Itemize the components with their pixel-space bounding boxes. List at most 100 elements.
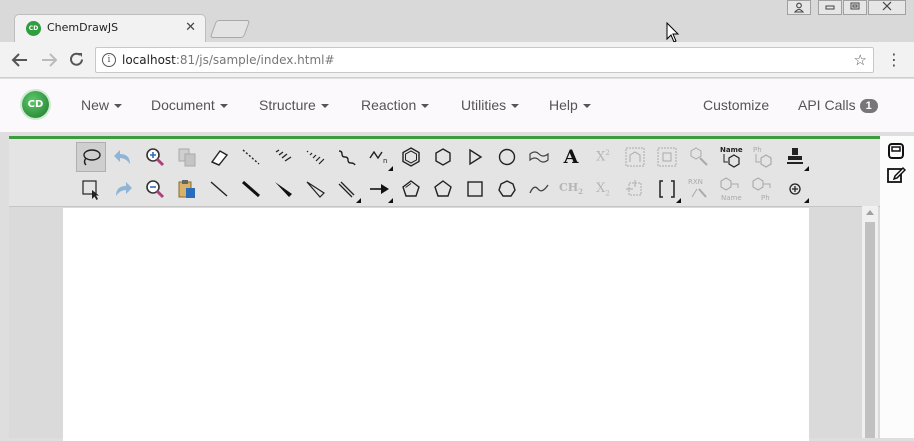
star-icon[interactable]: ☆ [854, 51, 867, 69]
back-icon[interactable] [11, 52, 29, 68]
browser-toolbar: i localhost:81/js/sample/index.html# ☆ ⋮ [0, 42, 914, 78]
scrollbar-thumb[interactable] [865, 222, 875, 438]
subscript-tool[interactable]: X2 [588, 174, 618, 204]
side-panel [880, 136, 914, 438]
dashed-bond-tool[interactable] [236, 142, 266, 172]
cyclopentadiene-tool[interactable] [396, 174, 426, 204]
drawing-canvas[interactable] [63, 208, 809, 441]
hashed-bond-tool[interactable] [268, 142, 298, 172]
bold-bond-tool[interactable] [236, 174, 266, 204]
cycloheptane-tool[interactable] [492, 174, 522, 204]
expand-label-tool[interactable] [620, 142, 650, 172]
zoom-out-tool[interactable] [140, 174, 170, 204]
phenyl-label-tool[interactable]: Ph [748, 142, 778, 172]
profile-button[interactable] [787, 0, 811, 15]
marquee-tool[interactable] [76, 174, 106, 204]
nav-new[interactable]: New [81, 97, 123, 113]
menu-icon[interactable]: ⋮ [886, 50, 902, 69]
restore-button[interactable] [843, 0, 867, 15]
nav-document[interactable]: Document [151, 97, 228, 113]
cyclobutane-tool[interactable] [460, 174, 490, 204]
browser-tab[interactable]: CD ChemDrawJS ✕ [14, 14, 206, 42]
hollow-wedge-tool[interactable] [300, 174, 330, 204]
canvas-scrollbar[interactable] [862, 206, 878, 438]
rxn-label: RXN [688, 178, 703, 186]
reload-icon[interactable] [68, 51, 85, 68]
info-icon[interactable]: i [102, 53, 116, 67]
caret-down-icon [320, 104, 329, 109]
atom-charge-tool[interactable] [780, 174, 810, 204]
square-icon [467, 181, 483, 197]
brackets-tool[interactable] [652, 174, 682, 204]
contract-label-tool[interactable] [652, 142, 682, 172]
scroll-up-icon[interactable] [866, 210, 874, 215]
text-icon: A [563, 146, 579, 168]
close-window-button[interactable] [868, 0, 906, 15]
ch2-letters: CH [558, 181, 579, 195]
hashed-wedge-tool[interactable] [300, 142, 330, 172]
triangle-icon [469, 148, 483, 166]
lasso-tool[interactable] [76, 142, 106, 172]
multiple-bond-tool[interactable] [332, 174, 362, 204]
new-tab-button[interactable] [209, 20, 251, 38]
structure-to-phenyl-icon: Ph [752, 177, 771, 202]
submenu-indicator-icon [388, 166, 393, 171]
structure-to-name-icon: Name [720, 177, 742, 202]
cyclopropane-tool[interactable] [460, 142, 490, 172]
wedge-bond-tool[interactable] [268, 174, 298, 204]
wavy-bond-tool[interactable] [332, 142, 362, 172]
clean-structure-tool[interactable] [684, 142, 714, 172]
single-bond-tool[interactable] [204, 174, 234, 204]
circle-tool[interactable] [492, 142, 522, 172]
nav-reaction-label: Reaction [361, 97, 417, 113]
wave-shape-tool[interactable] [524, 142, 554, 172]
nav-structure[interactable]: Structure [259, 97, 329, 113]
arrow-tool[interactable] [364, 174, 394, 204]
structure-to-phenyl-tool[interactable]: Ph [748, 174, 778, 204]
superscript-letter: X [596, 149, 606, 165]
undo-tool[interactable] [108, 142, 138, 172]
copy-tool[interactable] [172, 142, 202, 172]
minimize-button[interactable] [818, 0, 842, 15]
paste-tool[interactable] [172, 174, 202, 204]
nav-help[interactable]: Help [549, 97, 591, 113]
panel-window-icon[interactable] [886, 141, 906, 161]
nav-utilities[interactable]: Utilities [461, 97, 520, 113]
minimize-icon [825, 5, 835, 10]
caret-down-icon [114, 104, 123, 109]
nav-reaction[interactable]: Reaction [361, 97, 430, 113]
flip-icon [626, 180, 642, 196]
customize-link[interactable]: Customize [703, 97, 769, 113]
cyclopentane-tool[interactable] [428, 174, 458, 204]
heptagon-icon [498, 180, 516, 197]
name-to-structure-tool[interactable]: Name [716, 142, 746, 172]
chemdraw-logo[interactable]: CD [22, 91, 49, 118]
redo-tool[interactable] [108, 174, 138, 204]
cyclohexane-icon [435, 148, 451, 166]
url-path: :81/js/sample/index.html# [175, 53, 335, 67]
stamp-tool[interactable] [780, 142, 810, 172]
edit-icon[interactable] [886, 165, 906, 185]
chemdraw-editor: n A X2 Name Ph CH2 X2 RXN Name Ph [9, 136, 880, 441]
ch2-label-tool[interactable]: CH2 [556, 174, 586, 204]
superscript-tool[interactable]: X2 [588, 142, 618, 172]
structure-to-name-tool[interactable]: Name [716, 174, 746, 204]
phenyl-icon: Ph [753, 146, 772, 168]
chemdraw-favicon-icon: CD [26, 21, 41, 36]
chain-tool[interactable]: n [364, 142, 394, 172]
forward-icon[interactable] [40, 52, 58, 68]
ph-label: Ph [761, 194, 770, 202]
address-bar[interactable]: i localhost:81/js/sample/index.html# ☆ [95, 47, 874, 73]
tab-close-icon[interactable]: ✕ [185, 20, 196, 35]
cyclohexane-tool[interactable] [428, 142, 458, 172]
ch2-subscript: 2 [578, 187, 584, 197]
eraser-tool[interactable] [204, 142, 234, 172]
api-calls-link[interactable]: API Calls 1 [798, 97, 878, 113]
freehand-tool[interactable] [524, 174, 554, 204]
flip-tool[interactable] [620, 174, 650, 204]
clean-reaction-tool[interactable]: RXN [684, 174, 714, 204]
nav-utilities-label: Utilities [461, 97, 507, 113]
text-tool[interactable]: A [556, 142, 586, 172]
zoom-in-tool[interactable] [140, 142, 170, 172]
benzene-tool[interactable] [396, 142, 426, 172]
